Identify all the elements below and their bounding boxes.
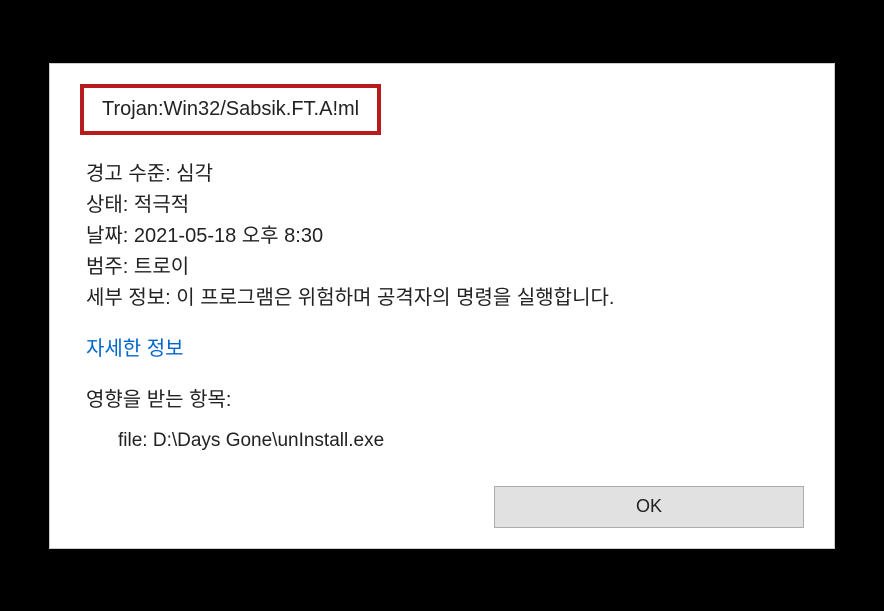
alert-level-line: 경고 수준: 심각 xyxy=(86,159,804,190)
alert-level-value: 심각 xyxy=(176,163,213,185)
details-label: 세부 정보: xyxy=(86,287,171,309)
button-row: OK xyxy=(80,486,804,528)
date-value: 2021-05-18 오후 8:30 xyxy=(134,225,323,247)
affected-items-title: 영향을 받는 항목: xyxy=(86,383,804,412)
more-info-link[interactable]: 자세한 정보 xyxy=(86,332,184,361)
category-label: 범주: xyxy=(86,256,128,278)
threat-name-highlight: Trojan:Win32/Sabsik.FT.A!ml xyxy=(80,84,381,135)
alert-level-label: 경고 수준: xyxy=(86,163,171,185)
ok-button[interactable]: OK xyxy=(494,486,804,528)
threat-details-dialog: Trojan:Win32/Sabsik.FT.A!ml 경고 수준: 심각 상태… xyxy=(49,63,835,549)
category-line: 범주: 트로이 xyxy=(86,252,804,283)
threat-name: Trojan:Win32/Sabsik.FT.A!ml xyxy=(102,98,359,120)
details-line: 세부 정보: 이 프로그램은 위험하며 공격자의 명령을 실행합니다. xyxy=(86,283,804,314)
threat-info-block: 경고 수준: 심각 상태: 적극적 날짜: 2021-05-18 오후 8:30… xyxy=(86,159,804,314)
affected-items-section: 영향을 받는 항목: file: D:\Days Gone\unInstall.… xyxy=(86,383,804,452)
status-line: 상태: 적극적 xyxy=(86,190,804,221)
status-label: 상태: xyxy=(86,194,128,216)
status-value: 적극적 xyxy=(134,194,189,216)
date-line: 날짜: 2021-05-18 오후 8:30 xyxy=(86,221,804,252)
category-value: 트로이 xyxy=(134,256,189,278)
date-label: 날짜: xyxy=(86,225,128,247)
details-value: 이 프로그램은 위험하며 공격자의 명령을 실행합니다. xyxy=(176,287,614,309)
affected-file-path: file: D:\Days Gone\unInstall.exe xyxy=(118,430,804,452)
